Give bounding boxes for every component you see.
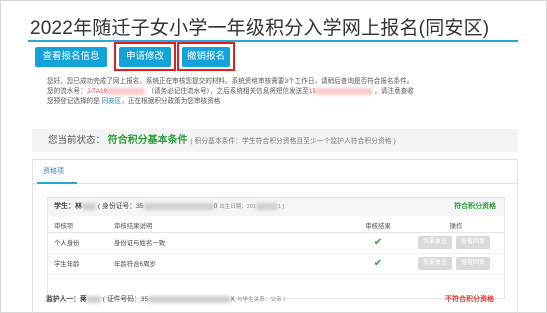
guardian-id-suffix: X (230, 296, 235, 303)
guardian-id-redacted (148, 295, 231, 303)
student-dob-suffix: 1 ) (277, 204, 285, 210)
student-dob: 出生日期：201 (219, 204, 256, 210)
phone-redacted (316, 87, 373, 95)
student-name: 学生：林 (54, 203, 82, 210)
status-value: 符合积分基本条件 (107, 135, 188, 146)
col-result: 审核结果 (348, 220, 408, 233)
guardian-relation: 与学生关系：父亲 ) (236, 297, 285, 303)
view-registration-button[interactable]: 查看报名信息 (35, 47, 107, 67)
row-item: 学生年龄 (48, 253, 108, 275)
district-label: 您预登记选择的是 (47, 98, 100, 106)
highlight-box-cancel (177, 42, 235, 71)
view-reply-button[interactable]: 查看回复 (456, 236, 490, 249)
col-desc: 审核结果说明 (108, 220, 348, 233)
col-item: 审核项 (48, 220, 108, 233)
guardian-id: ( 证件号码：35 (102, 296, 149, 303)
recheck-button[interactable]: 我要复查 (418, 236, 452, 249)
student-id: ( 身份证号：35 (97, 203, 144, 210)
serial-hint: （请务必记住流水号），之后系统相关信息将短信发送至 (147, 88, 309, 96)
guardian-name-redacted (86, 295, 101, 303)
col-action: 操作 (408, 220, 504, 233)
student-review-box: 学生：林 ( 身份证号：35 0 出生日期：201 1 ) 符合积分资格 审核项 审… (47, 197, 505, 299)
row-desc: 年龄符合6周岁 (108, 253, 348, 275)
phone-hint: ，请注意查收 (374, 88, 414, 96)
table-row: 学生年龄 年龄符合6周岁 ✔ 我要复查 查看回复 (48, 253, 504, 275)
serial-redacted (107, 87, 146, 95)
recheck-button[interactable]: 我要复查 (418, 257, 452, 270)
status-bar: 您当前状态： 符合积分基本条件 ( 积分基本条件：学生符合积分资格且至少一个监护… (32, 129, 518, 152)
review-table: 审核项 审核结果说明 审核结果 操作 个人身份 身份证与姓名一致 ✔ 我要复查查… (48, 220, 504, 275)
title-divider (28, 40, 518, 42)
status-label: 您当前状态： (48, 135, 106, 146)
student-id-suffix: 0 (213, 203, 218, 210)
highlight-box-modify (114, 42, 176, 71)
row-desc: 身份证与姓名一致 (108, 232, 348, 254)
phone-number: 15 (308, 88, 317, 96)
student-id-redacted (143, 202, 214, 210)
notice-line-1: 您好，您已成功完成了网上报名，系统正在审核您提交的材料。系统资格审核需要3个工作… (47, 78, 414, 85)
status-note: ( 积分基本条件：学生符合积分资格且至少一个监护人符合积分资格 ) (190, 138, 396, 145)
row-item: 个人身份 (48, 232, 108, 254)
tab-review-items[interactable]: 资格项 (43, 160, 64, 184)
serial-number: J-TA19 (86, 88, 108, 96)
page-title: 2022年随迁子女小学一年级积分入学网上报名(同安区) (30, 18, 490, 39)
district-name: 同安区 (101, 98, 122, 106)
check-icon: ✔ (373, 237, 383, 248)
review-panel: 资格项 学生：林 ( 身份证号：35 0 出生日期：201 1 ) 符合积分资格 审… (32, 159, 518, 313)
tab-bar: 资格项 (33, 160, 517, 184)
tab-active-indicator (37, 182, 77, 184)
notice-line-2: 您的流水号：J-TA19 （请务必记住流水号），之后系统相关信息将短信发送至15 ，… (47, 87, 517, 97)
student-name-redacted (82, 202, 96, 210)
student-result-badge: 符合积分资格 (454, 203, 496, 210)
student-header: 学生：林 ( 身份证号：35 0 出生日期：201 1 ) 符合积分资格 (48, 198, 504, 216)
table-row: 个人身份 身份证与姓名一致 ✔ 我要复查 查看回复 (48, 232, 504, 254)
notice-line-3: 您预登记选择的是 同安区，正在根据积分政策为您审核资格 (47, 97, 517, 107)
student-dob-redacted (255, 202, 278, 210)
serial-label: 您的流水号： (47, 88, 87, 96)
review-table-header: 审核项 审核结果说明 审核结果 操作 (48, 220, 504, 233)
guardian-result-badge: 不符合积分资格 (445, 296, 494, 303)
check-icon: ✔ (373, 258, 383, 269)
district-hint: ，正在根据积分政策为您审核资格 (121, 98, 221, 106)
view-reply-button[interactable]: 查看回复 (456, 257, 490, 270)
guardian-header: 监护人一：蒋 ( 证件号码：35 X 与学生关系：父亲 ) 不符合积分资格 (46, 293, 504, 307)
notice-text: 您好，您已成功完成了网上报名，系统正在审核您提交的材料。系统资格审核需要3个工作… (47, 77, 517, 108)
guardian-name: 监护人一：蒋 (46, 296, 87, 303)
